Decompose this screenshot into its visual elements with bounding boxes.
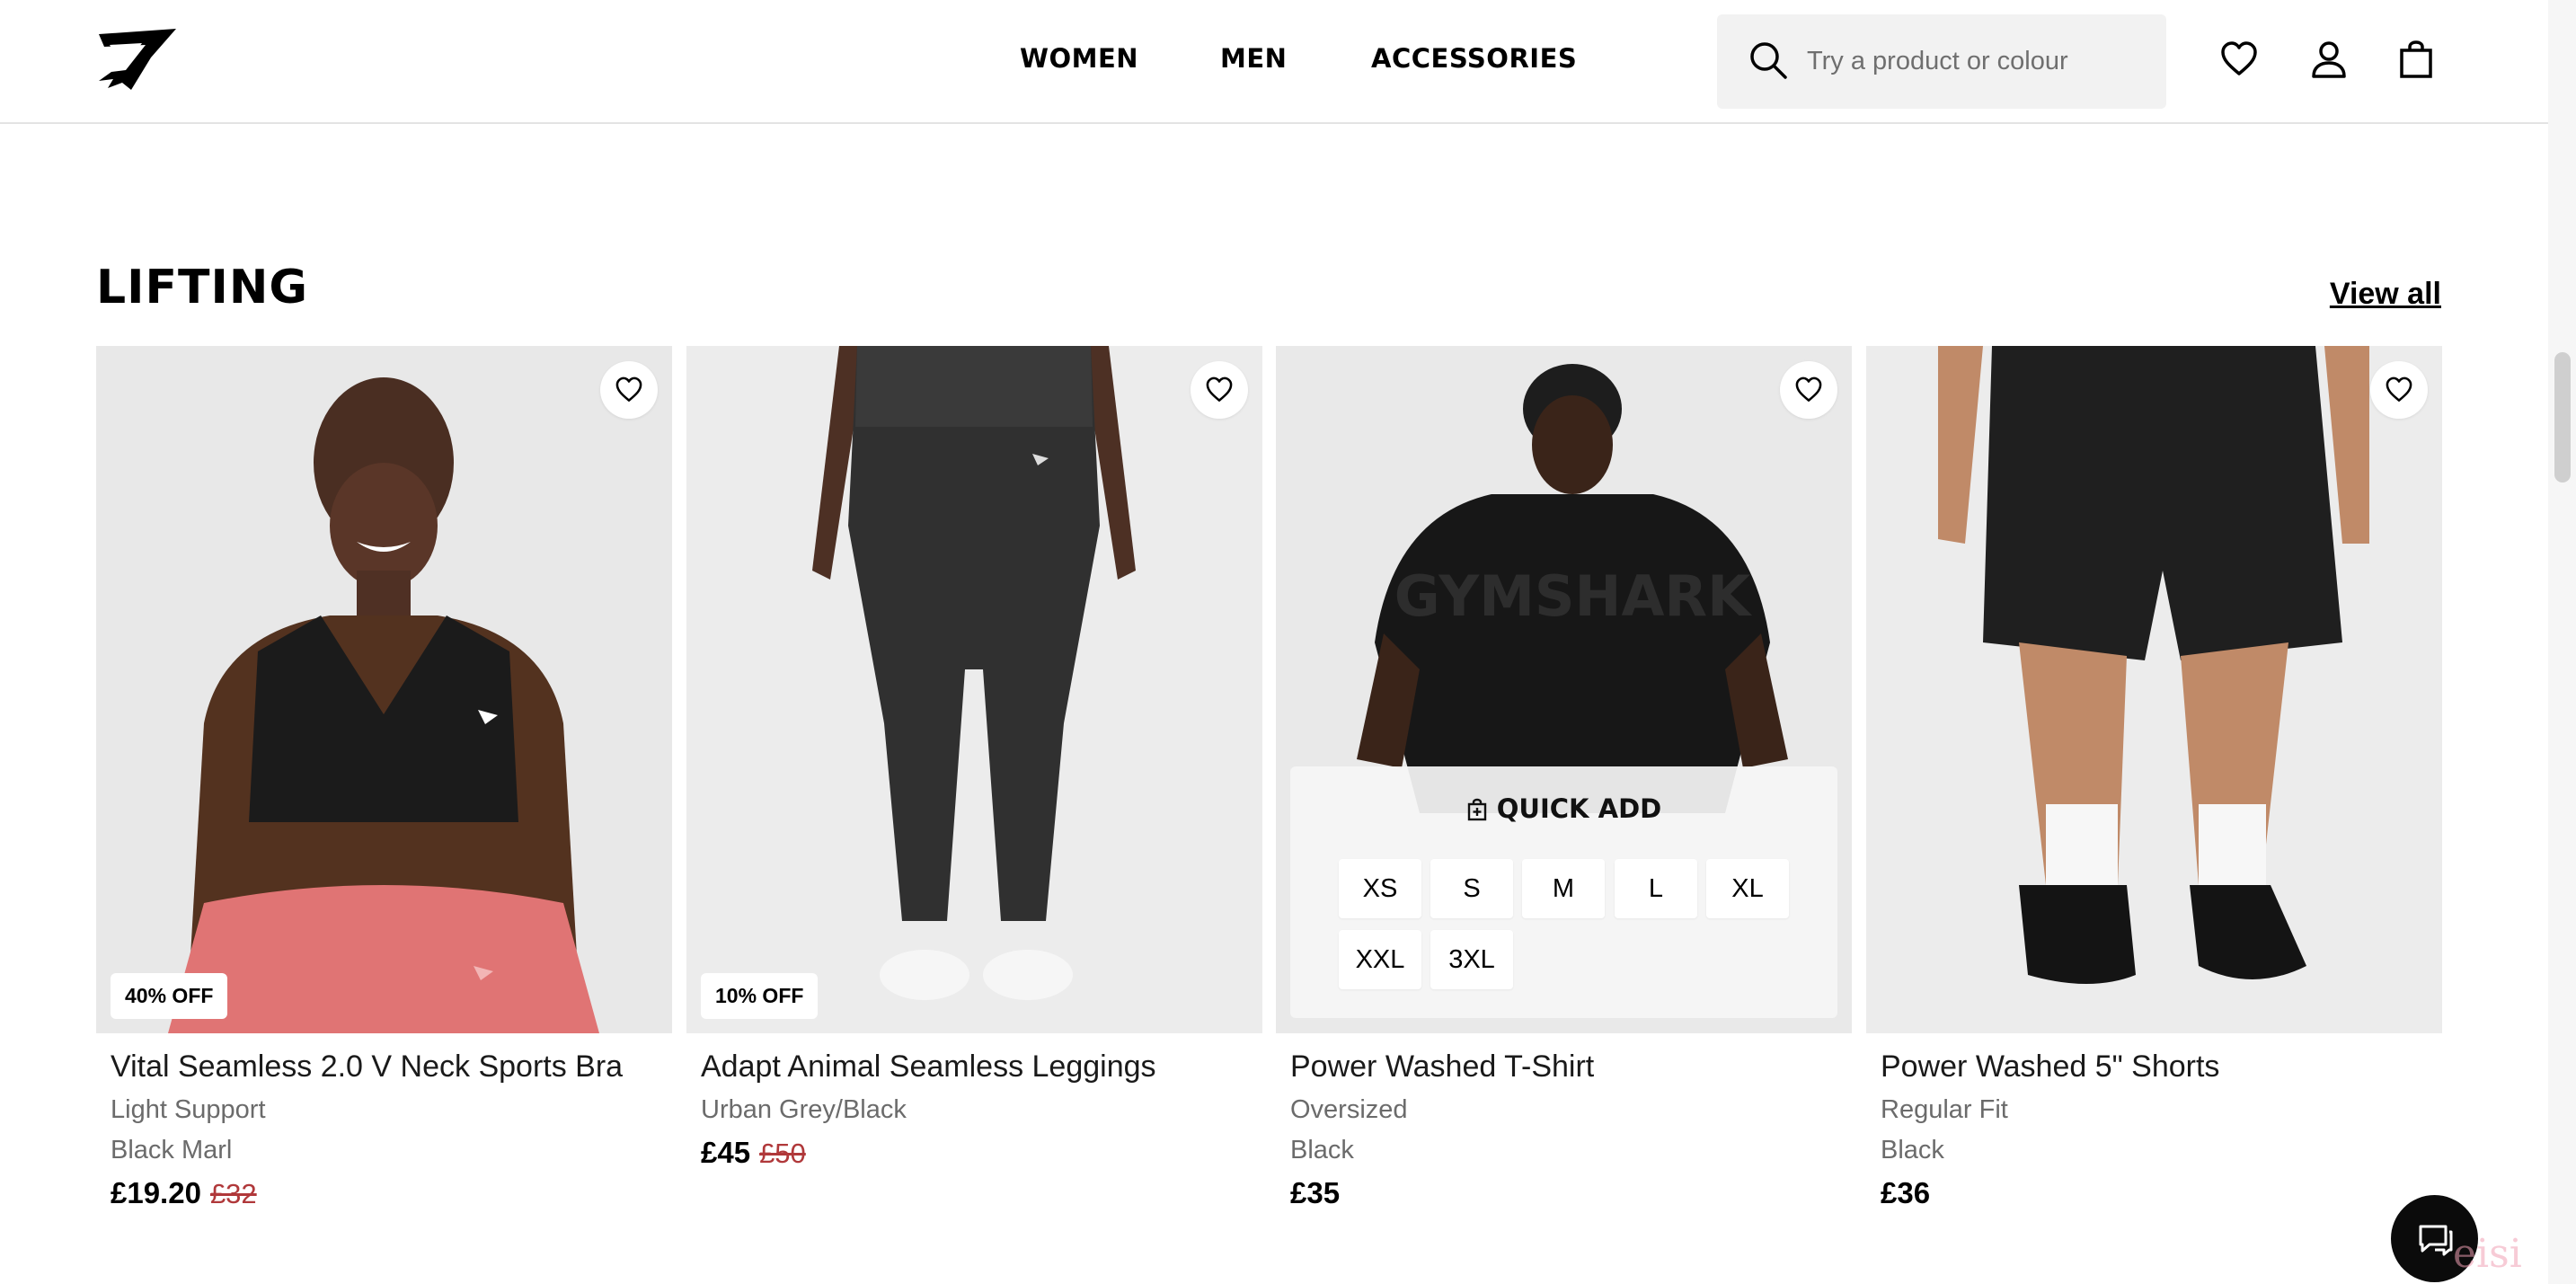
- account-icon[interactable]: [2309, 40, 2349, 79]
- site-header: WOMEN MEN ACCESSORIES: [0, 0, 2548, 124]
- wishlist-button[interactable]: [2370, 361, 2428, 419]
- search-input[interactable]: [1807, 14, 2148, 109]
- product-colour: Black Marl: [111, 1136, 233, 1164]
- scrollbar-thumb[interactable]: [2554, 352, 2571, 483]
- product-name[interactable]: Power Washed 5" Shorts: [1866, 1049, 2442, 1085]
- price-row: £19.20 £32: [96, 1176, 672, 1210]
- price: £19.20: [111, 1176, 201, 1209]
- size-option-3xl[interactable]: 3XL: [1430, 930, 1513, 989]
- section-title: LIFTING: [96, 261, 309, 314]
- view-all-link[interactable]: View all: [2330, 277, 2441, 312]
- size-option-xs[interactable]: XS: [1339, 859, 1421, 918]
- heart-icon: [615, 376, 642, 402]
- price-row: £45 £50: [686, 1136, 1262, 1170]
- product-image[interactable]: 10% OFF: [686, 346, 1262, 1033]
- product-card[interactable]: 10% OFF Adapt Animal Seamless Leggings U…: [686, 346, 1262, 1170]
- add-to-bag-icon: [1467, 798, 1486, 821]
- product-colour: Urban Grey/Black: [701, 1095, 907, 1124]
- product-name[interactable]: Adapt Animal Seamless Leggings: [686, 1049, 1262, 1085]
- wishlist-button[interactable]: [1780, 361, 1837, 419]
- tshirt-print-text: GYMSHARK: [1394, 563, 1752, 629]
- product-fit: Oversized: [1290, 1095, 1408, 1124]
- nav-women[interactable]: WOMEN: [1020, 43, 1138, 74]
- wishlist-heart-icon[interactable]: [2219, 40, 2259, 79]
- product-photo-shorts: [1866, 346, 2442, 1033]
- price: £35: [1290, 1176, 1341, 1209]
- watermark-text: eisi: [2453, 1231, 2522, 1277]
- product-card[interactable]: GYMSHARK QUICK ADD XS S M L XL XXL 3XL P…: [1276, 346, 1852, 1210]
- price: £36: [1881, 1176, 1931, 1209]
- shopping-bag-icon[interactable]: [2396, 40, 2436, 79]
- size-option-s[interactable]: S: [1430, 859, 1513, 918]
- heart-icon: [1795, 376, 1822, 402]
- brand-logo[interactable]: [95, 27, 180, 92]
- wishlist-button[interactable]: [1191, 361, 1248, 419]
- page-scrollbar[interactable]: [2548, 0, 2576, 1284]
- size-option-xl[interactable]: XL: [1706, 859, 1789, 918]
- nav-accessories[interactable]: ACCESSORIES: [1371, 43, 1577, 74]
- product-photo-leggings: [686, 346, 1262, 1033]
- quick-add-heading[interactable]: QUICK ADD: [1290, 793, 1837, 824]
- discount-badge: 10% OFF: [701, 973, 819, 1019]
- search-icon[interactable]: [1748, 40, 1789, 81]
- product-card[interactable]: 40% OFF Vital Seamless 2.0 V Neck Sports…: [96, 346, 672, 1210]
- size-option-l[interactable]: L: [1615, 859, 1697, 918]
- product-image[interactable]: GYMSHARK QUICK ADD XS S M L XL XXL 3XL: [1276, 346, 1852, 1033]
- product-fit: Regular Fit: [1881, 1095, 2008, 1124]
- discount-badge: 40% OFF: [111, 973, 228, 1019]
- product-name[interactable]: Power Washed T-Shirt: [1276, 1049, 1852, 1085]
- quick-add-panel: QUICK ADD XS S M L XL XXL 3XL: [1290, 766, 1837, 1018]
- price-row: £36: [1866, 1176, 2442, 1210]
- heart-icon: [2386, 376, 2412, 402]
- original-price: £50: [759, 1138, 806, 1169]
- search-box[interactable]: [1717, 14, 2166, 109]
- product-image[interactable]: [1866, 346, 2442, 1033]
- quick-add-label: QUICK ADD: [1496, 793, 1662, 824]
- size-option-m[interactable]: M: [1522, 859, 1605, 918]
- product-colour: Black: [1881, 1136, 1944, 1164]
- nav-men[interactable]: MEN: [1220, 43, 1287, 74]
- product-name[interactable]: Vital Seamless 2.0 V Neck Sports Bra: [96, 1049, 672, 1085]
- wishlist-button[interactable]: [600, 361, 658, 419]
- heart-icon: [1206, 376, 1233, 402]
- product-image[interactable]: 40% OFF: [96, 346, 672, 1033]
- product-colour: Black: [1290, 1136, 1354, 1164]
- price-row: £35: [1276, 1176, 1852, 1210]
- chat-icon: [2419, 1225, 2452, 1255]
- product-photo-sports-bra: [96, 346, 672, 1033]
- size-option-xxl[interactable]: XXL: [1339, 930, 1421, 989]
- product-card[interactable]: Power Washed 5" Shorts Regular Fit Black…: [1866, 346, 2442, 1210]
- price: £45: [701, 1136, 751, 1169]
- product-fit: Light Support: [111, 1095, 266, 1124]
- original-price: £32: [209, 1178, 257, 1209]
